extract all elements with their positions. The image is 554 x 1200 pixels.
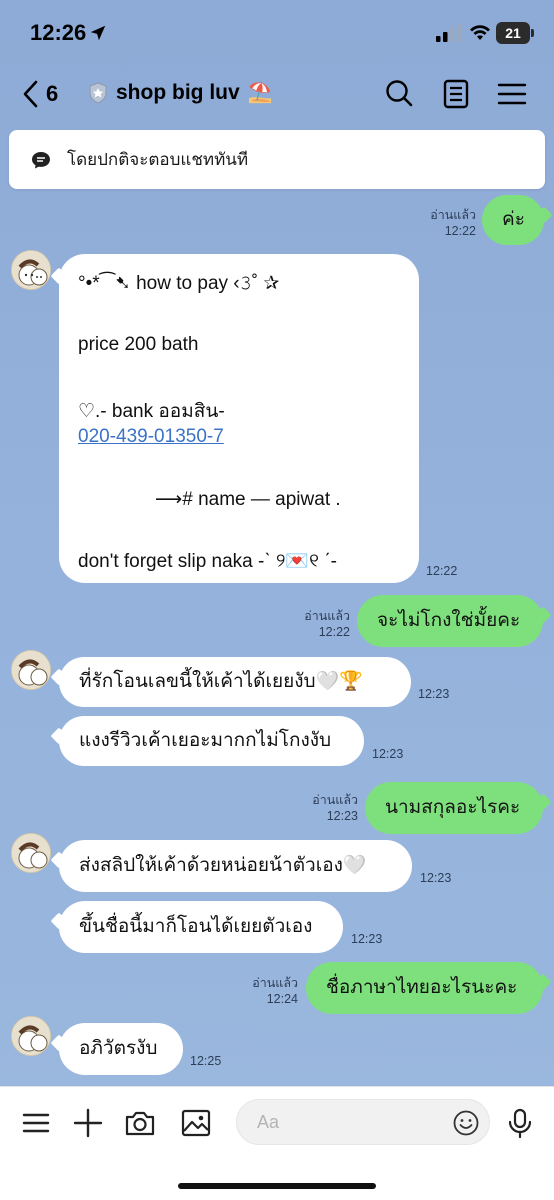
avatar-image bbox=[12, 1017, 50, 1055]
composer-bar bbox=[0, 1086, 554, 1200]
message-text: ชื่อภาษาไทยอะไรนะคะ bbox=[326, 977, 518, 998]
message-text: ค่ะ bbox=[502, 209, 525, 230]
message-text: อภิวัตรงับ bbox=[79, 1038, 158, 1059]
image-icon[interactable] bbox=[180, 1107, 212, 1139]
message-text: นามสกุลอะไรคะ bbox=[385, 797, 521, 818]
message-bubble-outgoing[interactable]: ชื่อภาษาไทยอะไรนะคะ bbox=[306, 962, 543, 1014]
battery-tip bbox=[531, 29, 534, 37]
message-time: 12:23 bbox=[372, 747, 404, 761]
message-input-wrapper bbox=[236, 1099, 490, 1145]
message-bubble-outgoing[interactable]: จะไม่โกงใช่มั้ยคะ bbox=[357, 595, 543, 647]
message-meta: อ่านแล้ว 12:23 bbox=[300, 792, 358, 824]
message-bubble-outgoing[interactable]: นามสกุลอะไรคะ bbox=[365, 782, 543, 834]
message-time: 12:22 bbox=[444, 224, 476, 238]
chat-bubble-icon bbox=[32, 151, 50, 168]
avatar[interactable] bbox=[11, 833, 51, 873]
chat-title-area[interactable]: shop big luv ⛱️ bbox=[88, 80, 273, 105]
message-bubble-incoming-payment-info[interactable]: °•*⁀➷ how to pay ‹𝟹˚ ✰ price 200 bath ♡.… bbox=[59, 254, 419, 583]
payment-heading: °•*⁀➷ how to pay ‹𝟹˚ ✰ bbox=[78, 273, 280, 294]
back-button[interactable]: 6 bbox=[22, 80, 58, 108]
notes-icon[interactable] bbox=[440, 78, 472, 110]
notice-text: โดยปกติจะตอบแชททันที bbox=[67, 150, 249, 169]
read-receipt: อ่านแล้ว bbox=[252, 976, 298, 990]
avatar-image bbox=[12, 834, 50, 872]
price-line: price 200 bath bbox=[78, 334, 199, 355]
status-time: 12:26 bbox=[30, 20, 87, 45]
message-text: แงงรีวิวเค้าเยอะมากกไม่โกงงับ bbox=[79, 730, 332, 751]
search-icon[interactable] bbox=[383, 78, 415, 110]
chat-header: 6 shop big luv ⛱️ bbox=[0, 66, 554, 124]
avatar-image bbox=[12, 251, 50, 289]
response-notice-banner: โดยปกติจะตอบแชททันที bbox=[9, 130, 545, 189]
message-text: ขึ้นชื่อนี้มาก็โอนได้เยยตัวเอง bbox=[79, 916, 313, 937]
battery-icon: 21 bbox=[496, 22, 530, 44]
message-time: 12:23 bbox=[420, 871, 452, 885]
status-bar: 12:26 21 bbox=[0, 0, 554, 66]
read-receipt: อ่านแล้ว bbox=[304, 609, 350, 623]
menu-icon[interactable] bbox=[496, 78, 528, 110]
message-bubble-incoming[interactable]: ส่งสลิปให้เค้าด้วยหน่อยน้าตัวเอง🤍 bbox=[59, 840, 412, 892]
wifi-icon bbox=[470, 25, 490, 40]
message-text: ที่รักโอนเลขนี้ให้เค้าได้เยยงับ🤍🏆 bbox=[79, 671, 363, 692]
message-time: 12:23 bbox=[326, 809, 358, 823]
message-bubble-incoming[interactable]: ขึ้นชื่อนี้มาก็โอนได้เยยตัวเอง bbox=[59, 901, 343, 953]
message-meta: อ่านแล้ว 12:22 bbox=[418, 207, 476, 239]
home-indicator bbox=[178, 1183, 376, 1189]
message-time: 12:22 bbox=[426, 564, 458, 578]
list-icon[interactable] bbox=[20, 1107, 52, 1139]
unread-count: 6 bbox=[46, 81, 59, 106]
chat-title: shop big luv bbox=[116, 80, 240, 104]
message-time: 12:23 bbox=[418, 687, 450, 701]
message-meta: อ่านแล้ว 12:22 bbox=[292, 608, 350, 640]
read-receipt: อ่านแล้ว bbox=[312, 793, 358, 807]
avatar[interactable] bbox=[11, 1016, 51, 1056]
message-bubble-incoming[interactable]: แงงรีวิวเค้าเยอะมากกไม่โกงงับ bbox=[59, 716, 364, 766]
message-time: 12:22 bbox=[318, 625, 350, 639]
message-bubble-outgoing[interactable]: ค่ะ bbox=[482, 195, 544, 245]
avatar[interactable] bbox=[11, 650, 51, 690]
account-number-link[interactable]: 020-439-01350-7 bbox=[78, 426, 224, 448]
shield-icon bbox=[89, 81, 107, 104]
message-time: 12:23 bbox=[351, 932, 383, 946]
location-arrow-icon bbox=[90, 25, 106, 41]
message-text: จะไม่โกงใช่มั้ยคะ bbox=[377, 610, 521, 631]
camera-icon[interactable] bbox=[124, 1107, 156, 1139]
microphone-icon[interactable] bbox=[504, 1107, 536, 1139]
back-chevron-icon bbox=[23, 80, 38, 108]
bank-line: ♡.- bank ออมสิน- bbox=[78, 401, 225, 422]
name-line: ⟶# name — apiwat . bbox=[155, 489, 341, 510]
plus-icon[interactable] bbox=[72, 1107, 104, 1139]
message-bubble-incoming[interactable]: อภิวัตรงับ bbox=[59, 1023, 183, 1075]
message-input[interactable] bbox=[257, 1100, 447, 1144]
slip-reminder-line: don't forget slip naka -ˋ ୨💌୧ ˊ- bbox=[78, 551, 337, 572]
message-bubble-incoming[interactable]: ที่รักโอนเลขนี้ให้เค้าได้เยยงับ🤍🏆 bbox=[59, 657, 411, 707]
title-emoji: ⛱️ bbox=[247, 82, 273, 104]
emoji-icon[interactable] bbox=[453, 1110, 479, 1136]
read-receipt: อ่านแล้ว bbox=[430, 208, 476, 222]
message-meta: อ่านแล้ว 12:24 bbox=[240, 975, 298, 1007]
signal-icon bbox=[436, 24, 462, 42]
avatar[interactable] bbox=[11, 250, 51, 290]
avatar-image bbox=[12, 651, 50, 689]
message-time: 12:25 bbox=[190, 1054, 222, 1068]
message-time: 12:24 bbox=[266, 992, 298, 1006]
message-text: ส่งสลิปให้เค้าด้วยหน่อยน้าตัวเอง🤍 bbox=[79, 855, 367, 876]
